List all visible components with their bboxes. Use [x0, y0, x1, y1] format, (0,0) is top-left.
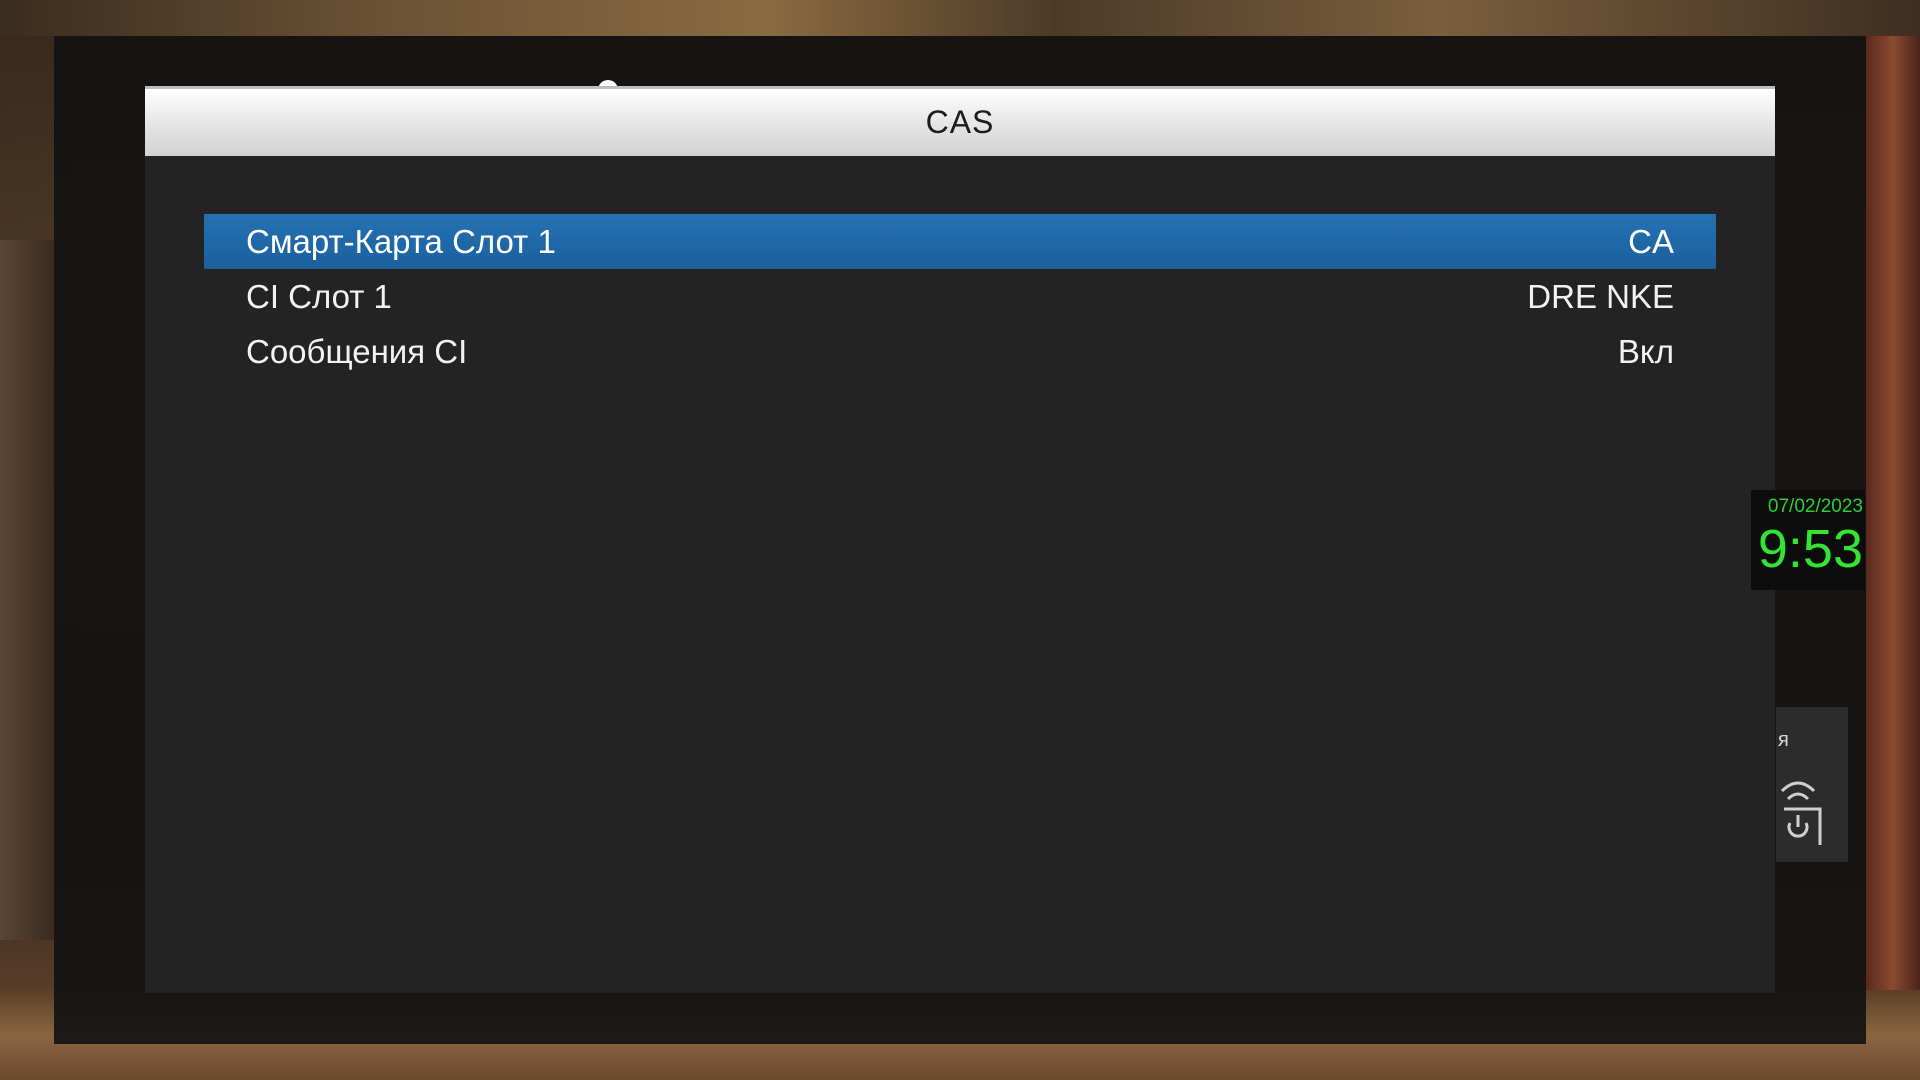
- menu-item-value: Вкл: [1617, 332, 1674, 370]
- tv-screen: CAS Смарт-Карта Слот 1 CA CI Слот 1 DRE …: [0, 0, 1920, 1080]
- dialog-title-bar: CAS: [145, 86, 1775, 156]
- clock-widget: 07/02/2023 9:53: [1751, 490, 1865, 590]
- menu-item-ci-slot-1[interactable]: CI Слот 1 DRE NKE: [204, 269, 1716, 324]
- menu-item-ci-messages[interactable]: Сообщения CI Вкл: [204, 324, 1716, 379]
- background-scene-top: [0, 0, 1920, 36]
- menu-item-label: Смарт-Карта Слот 1: [246, 222, 556, 260]
- menu-item-label: Сообщения CI: [246, 332, 468, 370]
- dialog-title: CAS: [925, 104, 995, 140]
- background-scene-left: [0, 240, 54, 940]
- side-info-widget: я: [1776, 707, 1848, 862]
- menu-item-label: CI Слот 1: [246, 277, 392, 315]
- cas-menu: Смарт-Карта Слот 1 CA CI Слот 1 DRE NKE …: [204, 214, 1716, 379]
- clock-time: 9:53: [1757, 519, 1863, 579]
- menu-item-smartcard-slot-1[interactable]: Смарт-Карта Слот 1 CA: [204, 214, 1716, 269]
- cas-dialog: CAS Смарт-Карта Слот 1 CA CI Слот 1 DRE …: [145, 80, 1775, 993]
- clock-date: 07/02/2023: [1767, 496, 1863, 517]
- remote-power-icon: [1780, 781, 1822, 845]
- side-widget-letter: я: [1778, 729, 1789, 751]
- menu-item-value: CA: [1628, 222, 1674, 260]
- menu-item-value: DRE NKE: [1527, 277, 1674, 315]
- background-scene-right: [1866, 36, 1920, 990]
